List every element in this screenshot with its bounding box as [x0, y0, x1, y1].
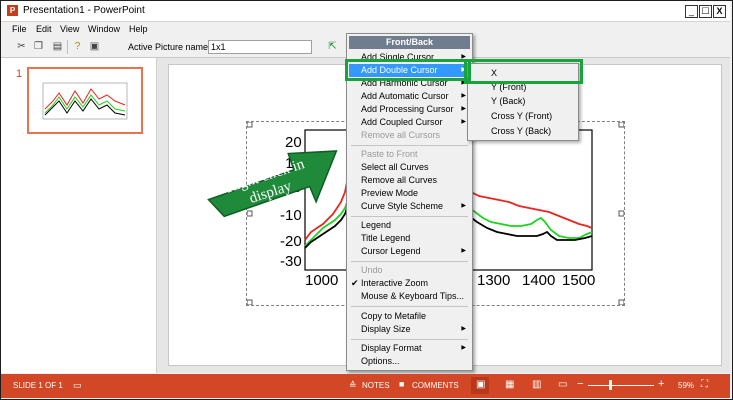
menu-item-display-format[interactable]: Display Format ▶: [349, 342, 470, 355]
x-tick-label: 1400: [522, 272, 556, 289]
x-tick-label: 1000: [305, 272, 339, 289]
menu-separator: [351, 306, 468, 307]
notes-icon: ≙: [349, 380, 357, 390]
zoom-slider-thumb[interactable]: [608, 380, 612, 390]
zoom-in-button[interactable]: +: [658, 378, 664, 390]
zoom-slider-track[interactable]: [588, 385, 654, 386]
title-bar: P Presentation1 - PowerPoint _ ☐ X: [1, 1, 730, 22]
selection-handle[interactable]: [618, 210, 624, 217]
menu-separator: [351, 261, 468, 262]
y-tick-label: -30: [280, 253, 302, 270]
fit-to-window-icon[interactable]: ⛶: [701, 379, 708, 390]
submenu-arrow-icon: ▶: [461, 326, 466, 332]
powerpoint-icon: P: [7, 5, 18, 16]
menu-item-add-automatic-cursor[interactable]: Add Automatic Cursor ▶: [349, 90, 470, 103]
export-icon[interactable]: ⇱: [327, 41, 338, 52]
menu-item-paste-to-front: Paste to Front: [361, 149, 418, 159]
menu-separator: [351, 216, 468, 217]
submenu-item-cross-y-front[interactable]: Cross Y (Front): [491, 110, 552, 122]
menu-item-preview-mode[interactable]: Preview Mode: [349, 187, 470, 200]
normal-view-icon[interactable]: ▣: [476, 379, 485, 390]
window-title: Presentation1 - PowerPoint: [23, 5, 145, 16]
minimize-button[interactable]: _: [685, 5, 698, 18]
slide-thumbnail[interactable]: [27, 67, 143, 134]
menu-help[interactable]: Help: [129, 24, 148, 34]
menu-item-remove-all-cursors: Remove all Cursors: [361, 130, 441, 140]
menu-item-legend[interactable]: Legend: [349, 219, 470, 232]
submenu-arrow-icon: ▶: [461, 119, 466, 125]
submenu-arrow-icon: ▶: [461, 106, 466, 112]
zoom-percent[interactable]: 59%: [678, 381, 694, 390]
menu-view[interactable]: View: [60, 24, 79, 34]
selection-handle[interactable]: [247, 299, 253, 305]
checkmark-icon: ✔: [351, 278, 359, 288]
submenu-arrow-icon: ▶: [461, 345, 466, 351]
cut-icon[interactable]: ✂: [16, 41, 27, 52]
y-tick-label: 20: [285, 134, 302, 151]
x-tick-label: 1300: [477, 272, 511, 289]
comments-button[interactable]: COMMENTS: [412, 381, 459, 390]
menu-window[interactable]: Window: [88, 24, 120, 34]
notes-button[interactable]: NOTES: [362, 381, 390, 390]
menu-item-display-size[interactable]: Display Size ▶: [349, 323, 470, 336]
active-picture-name-field[interactable]: 1x1: [208, 40, 312, 54]
menu-item-title-legend[interactable]: Title Legend: [349, 232, 470, 245]
menu-item-copy-to-metafile[interactable]: Copy to Metafile: [349, 310, 470, 323]
slide-thumbnail-pane: 1: [1, 58, 157, 373]
selection-handle[interactable]: [618, 299, 624, 305]
proofing-icon[interactable]: ▭: [73, 380, 82, 391]
properties-icon[interactable]: ▣: [89, 41, 100, 52]
menu-item-curve-style-scheme[interactable]: Curve Style Scheme ▶: [349, 200, 470, 213]
close-button[interactable]: X: [713, 5, 726, 18]
context-menu-header: Front/Back: [349, 36, 470, 49]
context-menu: Front/Back Add Single Cursor ▶ Add Double…: [346, 33, 473, 371]
selection-handle[interactable]: [247, 210, 253, 217]
help-icon[interactable]: ?: [72, 41, 83, 52]
copy-icon[interactable]: ❐: [33, 41, 44, 52]
submenu-arrow-icon: ▶: [461, 248, 466, 254]
submenu-arrow-icon: ▶: [461, 203, 466, 209]
toolbar-separator: [67, 40, 68, 54]
menu-item-cursor-legend[interactable]: Cursor Legend ▶: [349, 245, 470, 258]
menu-item-add-coupled-cursor[interactable]: Add Coupled Cursor ▶: [349, 116, 470, 129]
active-picture-label: Active Picture name:: [128, 42, 211, 52]
menu-item-select-all-curves[interactable]: Select all Curves: [349, 161, 470, 174]
menu-item-options[interactable]: Options...: [349, 355, 470, 368]
menu-edit[interactable]: Edit: [36, 24, 52, 34]
status-bar: SLIDE 1 OF 1 ▭ ≙ NOTES ■ COMMENTS ▣ ▦ ▥ …: [1, 374, 730, 398]
highlight-add-double-cursor: [345, 59, 471, 81]
slide-info: SLIDE 1 OF 1: [13, 381, 63, 390]
zoom-out-button[interactable]: −: [577, 378, 583, 390]
submenu-item-cross-y-back[interactable]: Cross Y (Back): [491, 125, 551, 137]
submenu-arrow-icon: ▶: [461, 93, 466, 99]
selection-handle[interactable]: [247, 122, 253, 128]
slide-sorter-icon[interactable]: ▦: [505, 379, 514, 390]
menu-separator: [351, 145, 468, 146]
maximize-button[interactable]: ☐: [699, 5, 712, 18]
comments-icon: ■: [399, 379, 405, 389]
submenu-item-y-back[interactable]: Y (Back): [491, 95, 525, 107]
menu-item-mouse-keyboard-tips[interactable]: Mouse & Keyboard Tips...: [349, 290, 470, 303]
menu-item-remove-all-curves[interactable]: Remove all Curves: [349, 174, 470, 187]
selection-handle[interactable]: [618, 122, 624, 128]
menu-item-add-processing-cursor[interactable]: Add Processing Cursor ▶: [349, 103, 470, 116]
paste-icon[interactable]: ▤: [52, 41, 63, 52]
y-tick-label: -10: [280, 207, 302, 224]
menu-item-interactive-zoom[interactable]: ✔ Interactive Zoom: [349, 277, 470, 290]
slide-number: 1: [16, 68, 23, 80]
menu-file[interactable]: File: [12, 24, 27, 34]
reading-view-icon[interactable]: ▥: [532, 379, 541, 390]
y-tick-label: -20: [280, 233, 302, 250]
menu-separator: [351, 339, 468, 340]
menu-item-undo: Undo: [361, 265, 383, 275]
highlight-submenu-x: [464, 59, 583, 84]
thumbnail-chart: [42, 82, 128, 120]
slideshow-icon[interactable]: ▭: [558, 379, 567, 390]
x-tick-label: 1500: [562, 272, 596, 289]
